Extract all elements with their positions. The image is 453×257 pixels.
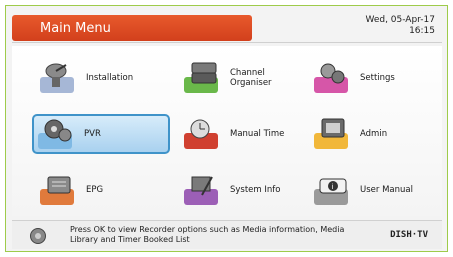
title-bar: Main Menu [12, 15, 252, 41]
menu-item-channel-organiser[interactable]: Channel Organiser [180, 58, 310, 98]
ok-button-icon [30, 228, 46, 244]
tools-icon [184, 173, 224, 207]
admin-screen-icon [314, 117, 354, 151]
main-menu-screen: Main Menu Wed, 05-Apr-17 16:15 Installat… [5, 5, 448, 252]
menu-grid: Installation Channel Organiser Settings [12, 46, 442, 216]
menu-item-system-info[interactable]: System Info [180, 170, 310, 210]
time-label: 16:15 [409, 26, 435, 36]
menu-item-epg[interactable]: EPG [36, 170, 166, 210]
satellite-dish-icon [40, 61, 80, 95]
header-divider [12, 42, 442, 43]
footer-bar: Press OK to view Recorder options such a… [12, 220, 442, 249]
menu-item-label: Admin [360, 129, 388, 139]
menu-item-label: EPG [86, 185, 104, 195]
tv-stack-icon [184, 61, 224, 95]
gears-icon [314, 61, 354, 95]
menu-item-user-manual[interactable]: i User Manual [310, 170, 440, 210]
guide-book-icon [40, 173, 80, 207]
clock-icon [184, 117, 224, 151]
page-title: Main Menu [40, 21, 111, 36]
menu-item-settings[interactable]: Settings [310, 58, 440, 98]
manual-info-icon: i [314, 173, 354, 207]
menu-item-manual-time[interactable]: Manual Time [180, 114, 310, 154]
menu-item-pvr[interactable]: PVR [32, 114, 170, 154]
brand-logo: DISH·TV [390, 230, 428, 240]
menu-item-installation[interactable]: Installation [36, 58, 166, 98]
menu-item-admin[interactable]: Admin [310, 114, 440, 154]
help-hint: Press OK to view Recorder options such a… [70, 225, 345, 244]
date-label: Wed, 05-Apr-17 [365, 15, 435, 25]
svg-text:i: i [332, 183, 334, 191]
menu-item-label: Manual Time [230, 129, 285, 139]
menu-item-label: User Manual [360, 185, 413, 195]
menu-item-label: Settings [360, 73, 395, 83]
menu-item-label: Installation [86, 73, 134, 83]
datetime-display: Wed, 05-Apr-17 16:15 [365, 15, 435, 37]
menu-item-label: Channel Organiser [230, 68, 272, 88]
menu-item-label: PVR [84, 129, 101, 139]
menu-item-label: System Info [230, 185, 281, 195]
film-reel-icon [38, 117, 78, 151]
